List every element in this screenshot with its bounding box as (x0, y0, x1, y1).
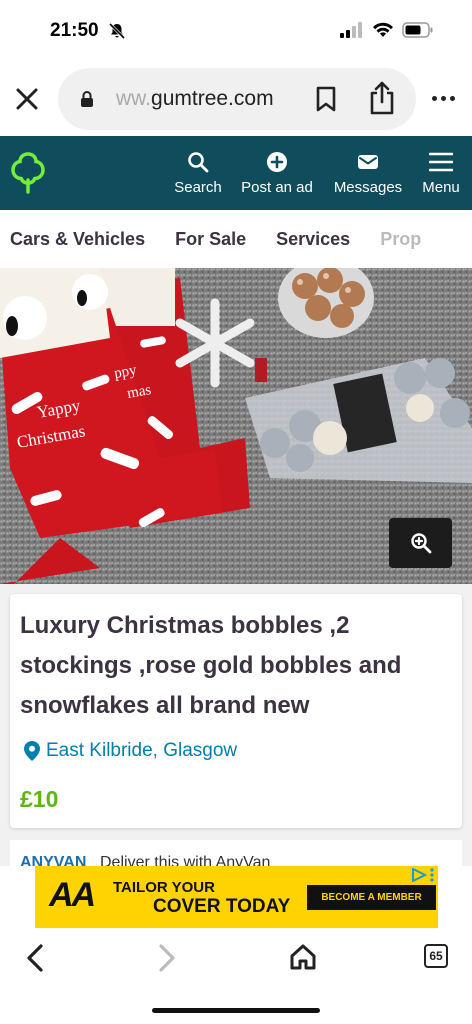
back-icon[interactable] (24, 944, 46, 972)
category-for-sale[interactable]: For Sale (175, 229, 246, 250)
category-cars-vehicles[interactable]: Cars & Vehicles (10, 229, 145, 250)
listing-card: Luxury Christmas bobbles ,2 stockings ,r… (10, 594, 462, 828)
gumtree-logo[interactable] (10, 150, 46, 196)
nav-post-ad[interactable]: Post an ad (238, 136, 316, 210)
envelope-icon (358, 154, 378, 169)
search-icon (188, 151, 209, 172)
anyvan-logo: ANYVAN (20, 854, 87, 866)
adchoices-icon[interactable] (411, 868, 434, 882)
plus-icon (267, 151, 287, 172)
listing-location[interactable]: East Kilbride, Glasgow (24, 740, 237, 762)
home-icon[interactable] (289, 943, 317, 971)
lock-icon (81, 91, 93, 107)
listing-photo[interactable]: Yappy Christmas ppy mas (0, 268, 472, 584)
aa-logo: AA (49, 876, 96, 914)
url-domain: gumtree.com (151, 87, 274, 110)
status-bar: 21:50 (0, 0, 472, 62)
tabs-button[interactable]: 65 (424, 944, 448, 968)
nav-messages[interactable]: Messages (330, 136, 406, 210)
listing-price: £10 (20, 786, 59, 812)
nav-search-label: Search (174, 178, 222, 196)
listing-location-text: East Kilbride, Glasgow (46, 740, 238, 761)
signal-icon (340, 22, 362, 38)
category-nav: Cars & Vehicles For Sale Services Prop (0, 210, 472, 268)
nav-search[interactable]: Search (172, 136, 224, 210)
bookmark-icon[interactable] (315, 86, 337, 112)
browser-bottom-bar: 65 (0, 930, 472, 1024)
more-options-icon[interactable] (432, 96, 455, 101)
category-property[interactable]: Prop (380, 229, 421, 250)
map-pin-icon (24, 741, 40, 761)
bell-muted-icon (108, 22, 126, 40)
address-bar[interactable]: ww.gumtree.com (58, 68, 416, 130)
nav-menu-label: Menu (422, 178, 460, 196)
category-services[interactable]: Services (276, 229, 350, 250)
banner-ad-area: AA TAILOR YOUR COVER TODAY BECOME A MEMB… (0, 866, 472, 930)
aa-banner-ad[interactable]: AA TAILOR YOUR COVER TODAY BECOME A MEMB… (35, 866, 438, 928)
hamburger-icon (429, 152, 453, 171)
become-member-button[interactable]: BECOME A MEMBER (307, 885, 436, 910)
status-icons (340, 22, 434, 38)
zoom-in-icon (410, 533, 431, 554)
banner-line-2: COVER TODAY (153, 896, 291, 917)
home-indicator (152, 1008, 320, 1013)
share-icon[interactable] (368, 81, 396, 115)
banner-line-1: TAILOR YOUR (113, 879, 215, 896)
nav-menu[interactable]: Menu (418, 136, 464, 210)
site-header: Search Post an ad Messages Menu (0, 136, 472, 210)
close-icon[interactable] (14, 86, 40, 112)
anyvan-promo[interactable]: ANYVAN Deliver this with AnyVan (10, 840, 462, 866)
nav-post-ad-label: Post an ad (241, 178, 313, 196)
url-text: ww.gumtree.com (116, 87, 274, 111)
nav-messages-label: Messages (333, 178, 403, 196)
status-time: 21:50 (50, 20, 99, 41)
browser-toolbar: ww.gumtree.com (0, 62, 472, 136)
anyvan-text: Deliver this with AnyVan (100, 854, 271, 866)
url-faded-part: ww. (116, 87, 152, 110)
zoom-button[interactable] (389, 518, 452, 568)
forward-icon[interactable] (156, 944, 178, 972)
battery-icon (402, 22, 433, 38)
wifi-icon (373, 22, 393, 37)
listing-title: Luxury Christmas bobbles ,2 stockings ,r… (20, 612, 402, 719)
